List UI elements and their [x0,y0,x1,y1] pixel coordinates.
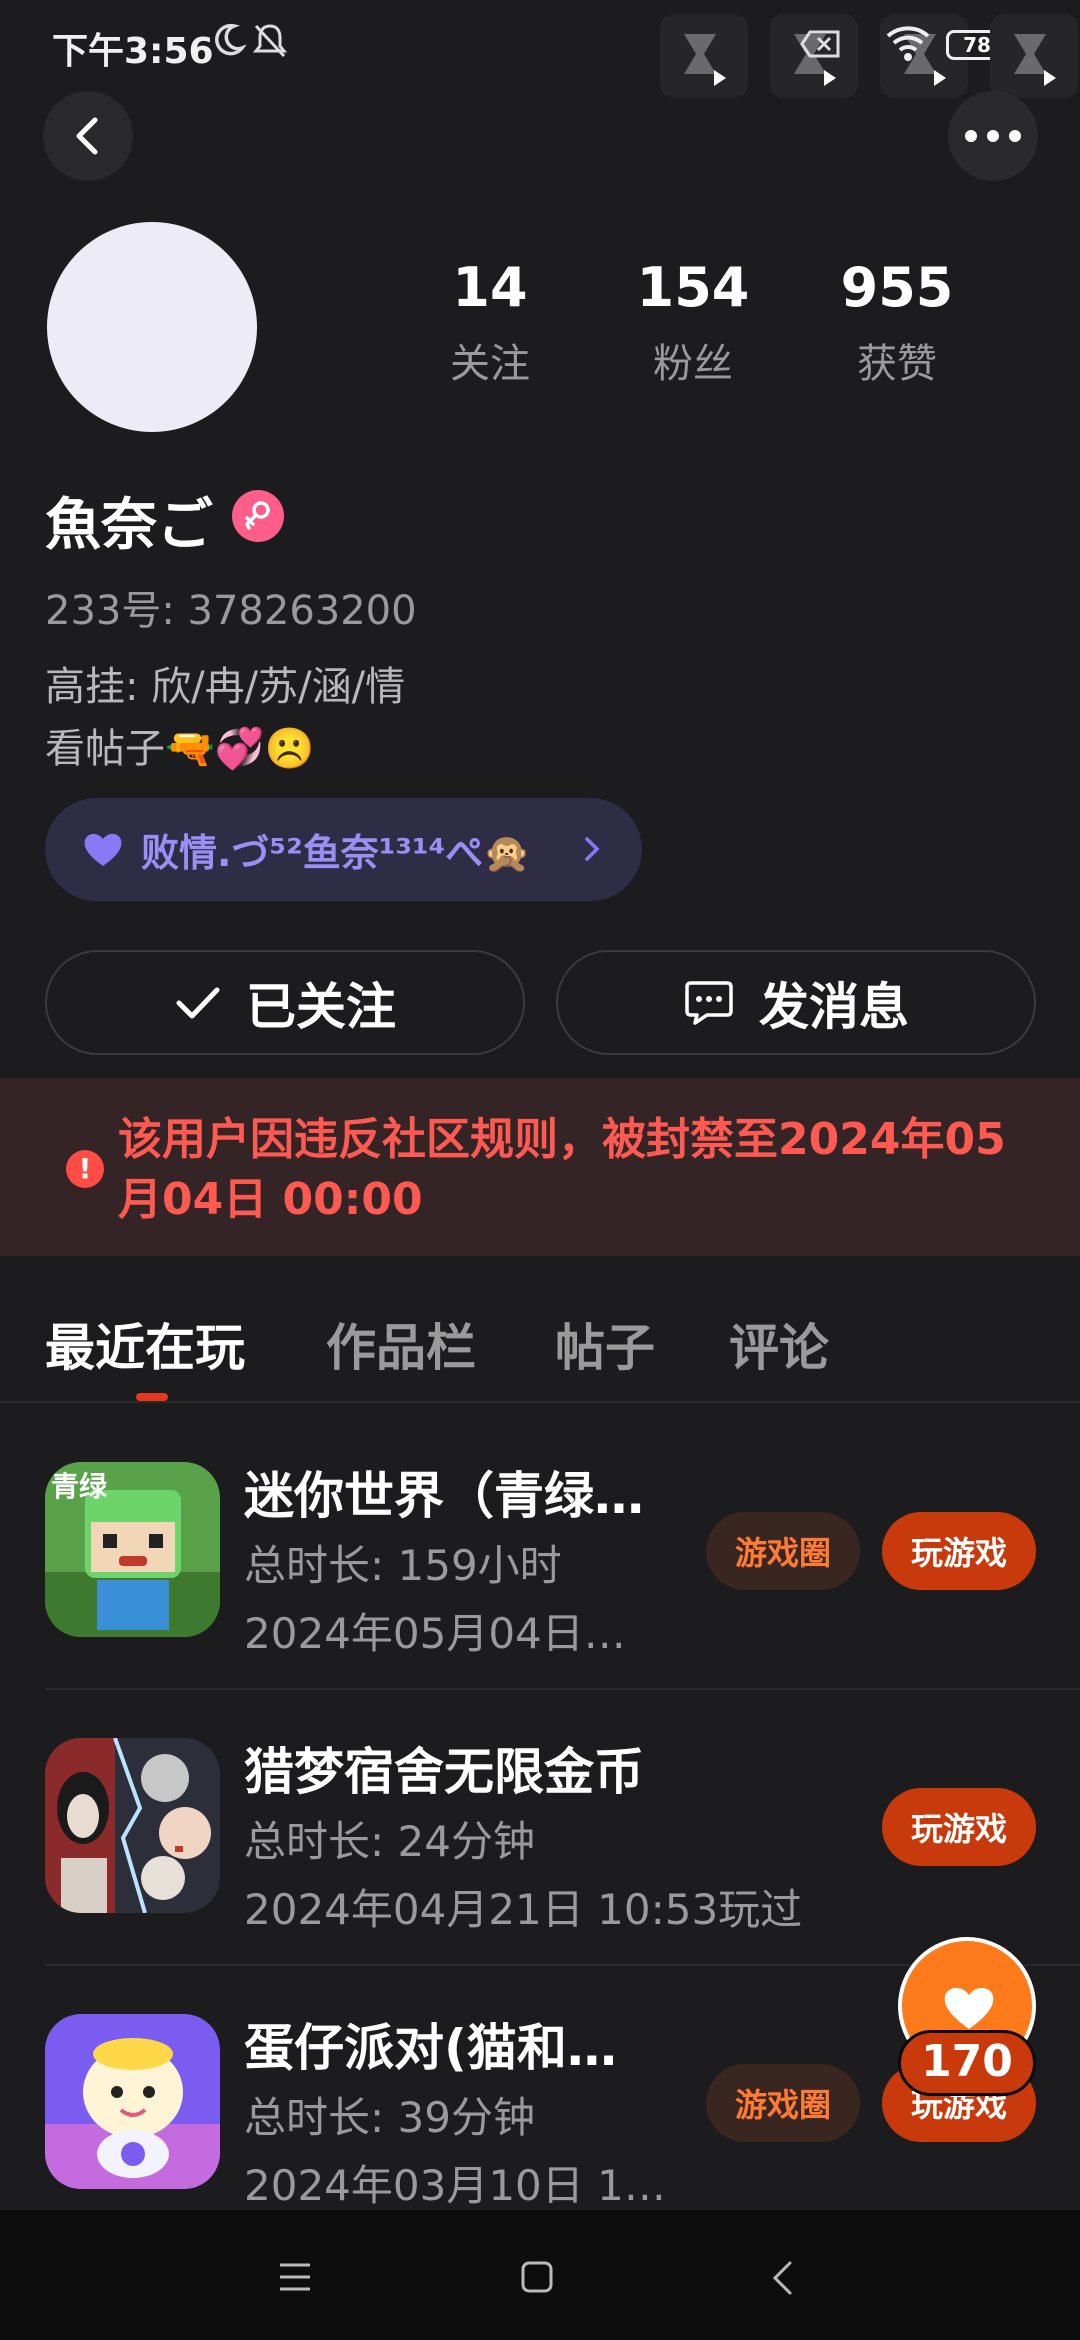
stat-value: 14 [452,256,528,319]
ban-notice-text: 该用户因违反社区规则，被封禁至2024年05月04日 00:00 [118,1114,1006,1225]
play-game-button[interactable]: 玩游戏 [882,1512,1036,1590]
female-gender-icon [232,490,284,542]
game-circle-button[interactable]: 游戏圈 [706,1512,860,1590]
wifi-icon [886,26,930,61]
group-badge[interactable]: 败情.づ⁵²鱼奈¹³¹⁴ぺ🙊 [45,798,642,901]
game-icon[interactable] [45,2014,220,2189]
game-duration: 总时长: 24分钟 [244,1817,535,1866]
app-notification-icon [990,14,1078,98]
stat-likes[interactable]: 955 获赞 [822,255,972,389]
mute-bell-icon [252,24,288,58]
active-tab-indicator [136,1393,168,1401]
user-id: 233号: 378263200 [45,588,417,634]
avatar[interactable] [47,222,257,432]
chevron-right-icon [585,837,600,861]
group-name: 败情.づ⁵²鱼奈¹³¹⁴ぺ🙊 [141,831,531,875]
game-title[interactable]: 蛋仔派对(猫和… [244,2008,617,2080]
check-icon [176,987,220,1018]
game-last-played: 2024年03月10日 1… [244,2161,666,2210]
stat-value: 154 [636,256,750,319]
game-duration: 总时长: 39分钟 [244,2093,535,2142]
follow-label: 已关注 [246,977,396,1036]
game-last-played: 2024年05月04日… [244,1609,626,1658]
bio: 高挂: 欣/冉/苏/涵/情 看帖子🔫💞☹️ [45,656,405,780]
moon-icon [215,23,246,56]
bio-line: 看帖子🔫💞☹️ [45,726,315,772]
battery-level: 78 [963,33,991,57]
stat-value: 955 [840,256,954,319]
follow-button[interactable]: 已关注 [45,950,525,1055]
stat-label: 粉丝 [653,341,733,387]
back-nav-icon[interactable] [770,2260,794,2296]
divider [0,1401,1080,1403]
chevron-left-icon [76,117,98,155]
tab-recently-played[interactable]: 最近在玩 [45,1308,245,1380]
game-circle-button[interactable]: 游戏圈 [706,2064,860,2142]
app-notification-icon [660,14,748,98]
home-icon[interactable] [520,2260,554,2294]
more-icon [965,130,1021,142]
sim-off-icon [800,30,840,58]
stat-following[interactable]: 14 关注 [415,255,565,389]
game-icon[interactable] [45,1738,220,1913]
heart-icon [944,1987,994,2029]
heart-icon [84,833,122,866]
message-label: 发消息 [759,977,909,1036]
nickname: 魚奈ご [45,493,213,558]
game-icon[interactable]: 青绿 [45,1462,220,1637]
game-duration: 总时长: 159小时 [244,1541,562,1590]
stat-label: 关注 [450,341,530,387]
menu-icon[interactable] [278,2262,312,2292]
svg-text:青绿: 青绿 [51,1470,108,1503]
game-title[interactable]: 迷你世界（青绿… [244,1456,644,1528]
stat-followers[interactable]: 154 粉丝 [618,255,768,389]
game-title[interactable]: 猎梦宿舍无限金币 [244,1732,644,1804]
bio-line: 高挂: 欣/冉/苏/涵/情 [45,664,406,710]
status-time: 下午3:56 [52,31,214,72]
tab-works[interactable]: 作品栏 [326,1308,476,1380]
message-button[interactable]: 发消息 [556,950,1036,1055]
chat-bubble-icon [685,980,733,1025]
tab-comments[interactable]: 评论 [729,1308,829,1380]
status-bar: 下午3:56 78 [0,0,1080,98]
game-last-played: 2024年04月21日 10:53玩过 [244,1885,803,1934]
divider [45,1688,1080,1690]
like-count: 170 [898,2030,1036,2096]
more-button[interactable] [948,91,1038,181]
system-nav-bar [0,2210,1080,2340]
stat-label: 获赞 [857,341,937,387]
tab-posts[interactable]: 帖子 [555,1308,655,1380]
back-button[interactable] [43,91,133,181]
play-game-button[interactable]: 玩游戏 [882,1788,1036,1866]
warning-icon: ! [66,1150,104,1188]
